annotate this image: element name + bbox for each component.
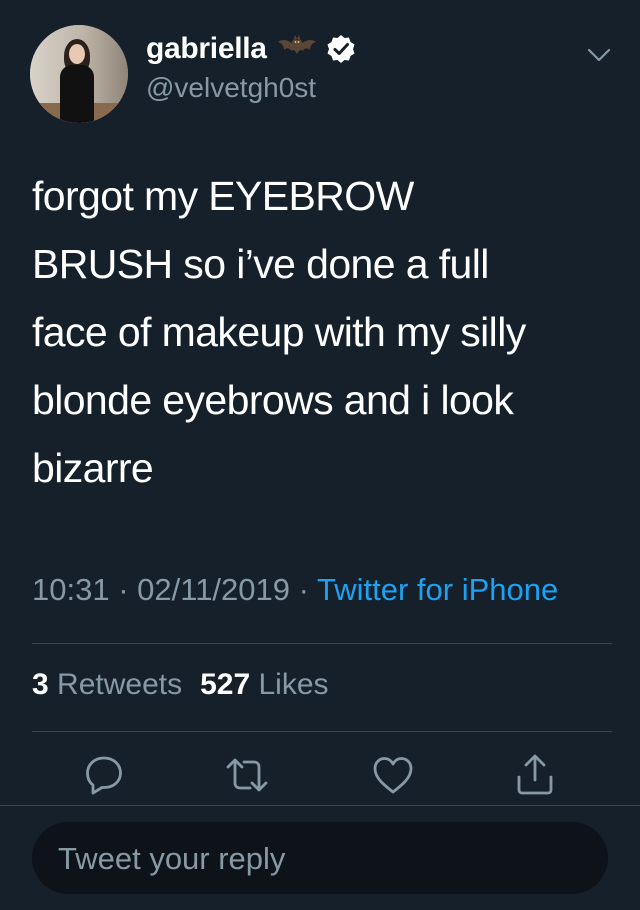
avatar-body <box>60 65 94 123</box>
tweet-meta: 10:31 · 02/11/2019 · Twitter for iPhone <box>32 572 558 608</box>
verified-badge-icon <box>327 35 355 63</box>
reply-divider <box>0 805 640 806</box>
retweets-label: Retweets <box>57 668 183 701</box>
reply-input[interactable]: Tweet your reply <box>32 822 608 894</box>
likes-label: Likes <box>258 668 329 701</box>
tweet-actions <box>0 752 640 798</box>
name-row: gabriella <box>146 28 357 70</box>
tweet-date: 02/11/2019 <box>137 572 291 607</box>
retweet-icon[interactable] <box>224 752 270 798</box>
chevron-down-icon[interactable] <box>586 46 612 64</box>
tweet-text: forgot my EYEBROW BRUSH so i’ve done a f… <box>32 173 526 491</box>
avatar[interactable] <box>30 25 128 123</box>
likes-count: 527 <box>200 668 251 701</box>
meta-separator: · <box>118 572 129 607</box>
bat-icon <box>277 35 316 54</box>
likes-stat[interactable]: 527 Likes <box>200 668 328 701</box>
reply-placeholder: Tweet your reply <box>58 841 286 876</box>
divider <box>32 731 612 732</box>
tweet-source-link[interactable]: Twitter for iPhone <box>317 572 558 607</box>
display-name[interactable]: gabriella <box>146 32 267 66</box>
tweet-time: 10:31 <box>32 572 110 607</box>
like-icon[interactable] <box>370 752 416 798</box>
divider <box>32 643 612 644</box>
retweets-stat[interactable]: 3 Retweets <box>32 668 182 701</box>
retweets-count: 3 <box>32 668 49 701</box>
reply-icon[interactable] <box>81 752 127 798</box>
tweet-detail: gabriella @velvetgh0st forgot my EYEBROW… <box>0 0 640 805</box>
user-handle[interactable]: @velvetgh0st <box>146 72 316 104</box>
avatar-face <box>69 44 85 64</box>
share-icon[interactable] <box>512 752 558 798</box>
tweet-stats: 3 Retweets 527 Likes <box>32 668 329 702</box>
meta-separator: · <box>298 572 309 607</box>
